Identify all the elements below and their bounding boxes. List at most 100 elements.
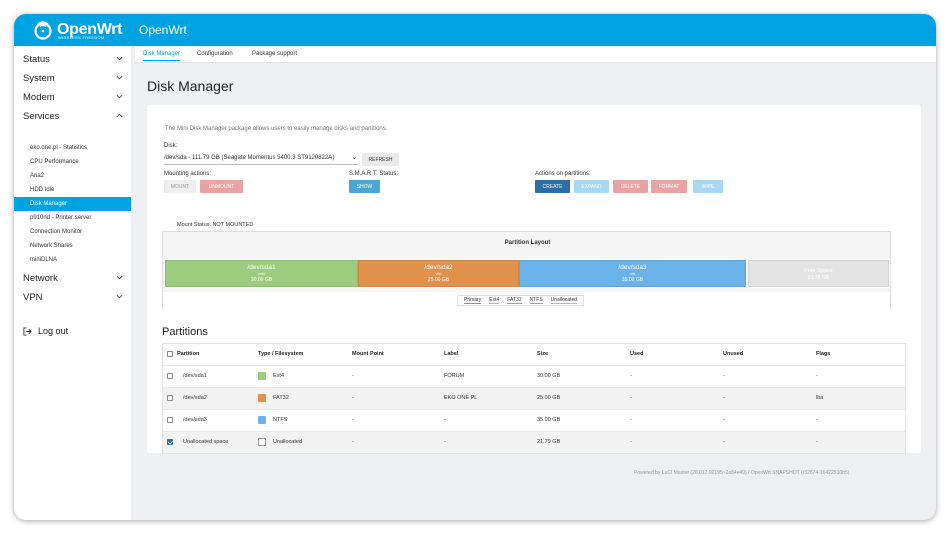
wipe-button[interactable]: WIPE — [693, 180, 723, 193]
chevron-down-icon — [116, 75, 123, 80]
segment-type: ntfs — [629, 272, 636, 276]
smart-show-button[interactable]: SHOW — [349, 180, 380, 193]
cell-unused: - — [723, 439, 725, 445]
logout-link[interactable]: Log out — [23, 326, 68, 336]
col-label: Label — [444, 351, 459, 357]
segment-type: vfat — [435, 272, 442, 276]
browser-frame: OpenWrt WIRELESS FREEDOM OpenWrt Status … — [14, 14, 936, 520]
segment-name: /dev/sda2 — [424, 264, 453, 271]
sidebar-item-minidlna[interactable]: miniDLNA — [14, 253, 131, 267]
cell-flags: - — [816, 373, 818, 379]
partition-segment-sda2[interactable]: /dev/sda2 vfat 25.00 GB — [358, 260, 519, 287]
sidebar-item-network-shares[interactable]: Network Shares — [14, 239, 131, 253]
cell-size: 25.00 GB — [537, 395, 561, 401]
sidebar-item-connection-monitor[interactable]: Connection Monitor — [14, 225, 131, 239]
nav-modem-label: Modem — [23, 92, 55, 103]
page-title: Disk Manager — [147, 78, 234, 94]
legend-unallocated: Unallocated — [550, 297, 578, 304]
tab-package-support[interactable]: Package support — [252, 51, 297, 57]
logout-icon — [23, 326, 32, 336]
sidebar-item-printer-server[interactable]: p910nd - Printer server — [14, 211, 131, 225]
cell-label: FORUM — [444, 373, 465, 379]
format-button[interactable]: FORMAT — [651, 180, 687, 193]
delete-button[interactable]: DELETE — [613, 180, 648, 193]
col-type: Type / Filesystem — [258, 351, 304, 357]
row-checkbox[interactable] — [167, 417, 173, 423]
partitions-title: Partitions — [162, 326, 208, 338]
expand-button[interactable]: EXPAND — [574, 180, 609, 193]
partition-segment-sda3[interactable]: /dev/sda3 ntfs 35.00 GB — [519, 260, 746, 287]
openwrt-logo-icon — [34, 21, 52, 40]
partition-layout: Partition Layout /dev/sda1 ext4 30.00 GB… — [162, 231, 891, 310]
disk-label: Disk: — [164, 143, 178, 149]
sidebar-item-statistics[interactable]: eko.one.pl - Statistics — [14, 141, 131, 155]
tab-configuration[interactable]: Configuration — [197, 51, 233, 57]
description: The Mini Disk Manager package allows use… — [165, 126, 388, 132]
partition-segment-free[interactable]: Free Space 21.79 GB — [748, 260, 889, 287]
cell-mount: - — [352, 439, 354, 445]
cell-used: - — [630, 417, 632, 423]
col-flags: Flags — [816, 351, 831, 357]
nav-system[interactable]: System — [14, 69, 131, 88]
unmount-button[interactable]: UNMOUNT — [200, 180, 243, 193]
col-used: Used — [630, 351, 644, 357]
nav-services[interactable]: Services — [14, 107, 131, 126]
partition-segment-sda1[interactable]: /dev/sda1 ext4 30.00 GB — [165, 260, 358, 287]
chevron-down-icon — [116, 56, 123, 61]
smart-status-label: S.M.A.R.T. Status: — [349, 171, 399, 177]
nav-modem[interactable]: Modem — [14, 88, 131, 107]
cell-flags: - — [816, 439, 818, 445]
sidebar-item-hdd-idle[interactable]: HDD Idle — [14, 183, 131, 197]
create-button[interactable]: CREATE — [535, 180, 570, 193]
legend-fat32: FAT32 — [507, 297, 522, 304]
legend-primary: Primary — [464, 297, 482, 304]
partition-layout-title: Partition Layout — [504, 240, 551, 246]
chevron-down-icon — [116, 275, 123, 280]
tab-disk-manager[interactable]: Disk Manager — [143, 51, 181, 61]
chevron-up-icon — [116, 113, 123, 118]
col-size: Size — [537, 351, 549, 357]
partitions-table: Partition Type / Filesystem Mount Point … — [162, 343, 906, 454]
segment-size: 25.00 GB — [427, 277, 450, 283]
nav-network-label: Network — [23, 273, 58, 284]
cell-label: - — [444, 417, 446, 423]
header-bar: OpenWrt WIRELESS FREEDOM OpenWrt — [14, 14, 936, 46]
partition-actions-label: Actions on partitions: — [535, 171, 591, 177]
nav-vpn[interactable]: VPN — [14, 288, 131, 307]
sidebar-item-disk-manager[interactable]: Disk Manager — [14, 197, 131, 211]
row-checkbox[interactable] — [167, 439, 173, 445]
cell-flags: - — [816, 417, 818, 423]
row-checkbox[interactable] — [167, 373, 173, 379]
fs-color-swatch — [258, 416, 266, 424]
row-checkbox[interactable] — [167, 395, 173, 401]
nav-network[interactable]: Network — [14, 269, 131, 288]
sidebar-item-cpu-performance[interactable]: CPU Performance — [14, 155, 131, 169]
mount-button[interactable]: MOUNT — [164, 180, 196, 193]
select-all-checkbox[interactable] — [167, 351, 173, 357]
tab-bar: Disk Manager Configuration Package suppo… — [135, 46, 936, 63]
cell-partition: /dev/sda2 — [183, 395, 207, 401]
refresh-button[interactable]: REFRESH — [362, 153, 399, 166]
segment-size: 30.00 GB — [250, 277, 273, 283]
table-row[interactable]: /dev/sda2 FAT32 - EKO ONE PL 25.00 GB - … — [163, 387, 905, 409]
nav-vpn-label: VPN — [23, 292, 43, 303]
table-row[interactable]: Unallocated space Unallocated - - 21.79 … — [163, 431, 905, 453]
table-header: Partition Type / Filesystem Mount Point … — [163, 344, 905, 365]
segment-name: /dev/sda3 — [618, 264, 647, 271]
cell-unused: - — [723, 395, 725, 401]
cell-used: - — [630, 439, 632, 445]
cell-fs: FAT32 — [273, 395, 289, 401]
col-mount-point: Mount Point — [352, 351, 384, 357]
table-row[interactable]: /dev/sda3 NTFS - - 35.00 GB - - - — [163, 409, 905, 431]
table-row[interactable]: /dev/sda1 Ext4 - FORUM 30.00 GB - - - — [163, 365, 905, 387]
segment-name: /dev/sda1 — [247, 264, 276, 271]
cell-unused: - — [723, 417, 725, 423]
nav-system-label: System — [23, 73, 55, 84]
legend-ntfs: NTFS — [529, 297, 543, 304]
nav-status[interactable]: Status — [14, 50, 131, 69]
sidebar-item-aria2[interactable]: Aria2 — [14, 169, 131, 183]
disk-select[interactable]: /dev/sda - 111.79 GB (Seagate Momentus 5… — [164, 153, 358, 165]
cell-fs: Unallocated — [273, 439, 303, 445]
chevron-down-icon: ⌄ — [351, 155, 357, 161]
sidebar: Status System Modem Services eko.one.pl … — [14, 46, 131, 520]
